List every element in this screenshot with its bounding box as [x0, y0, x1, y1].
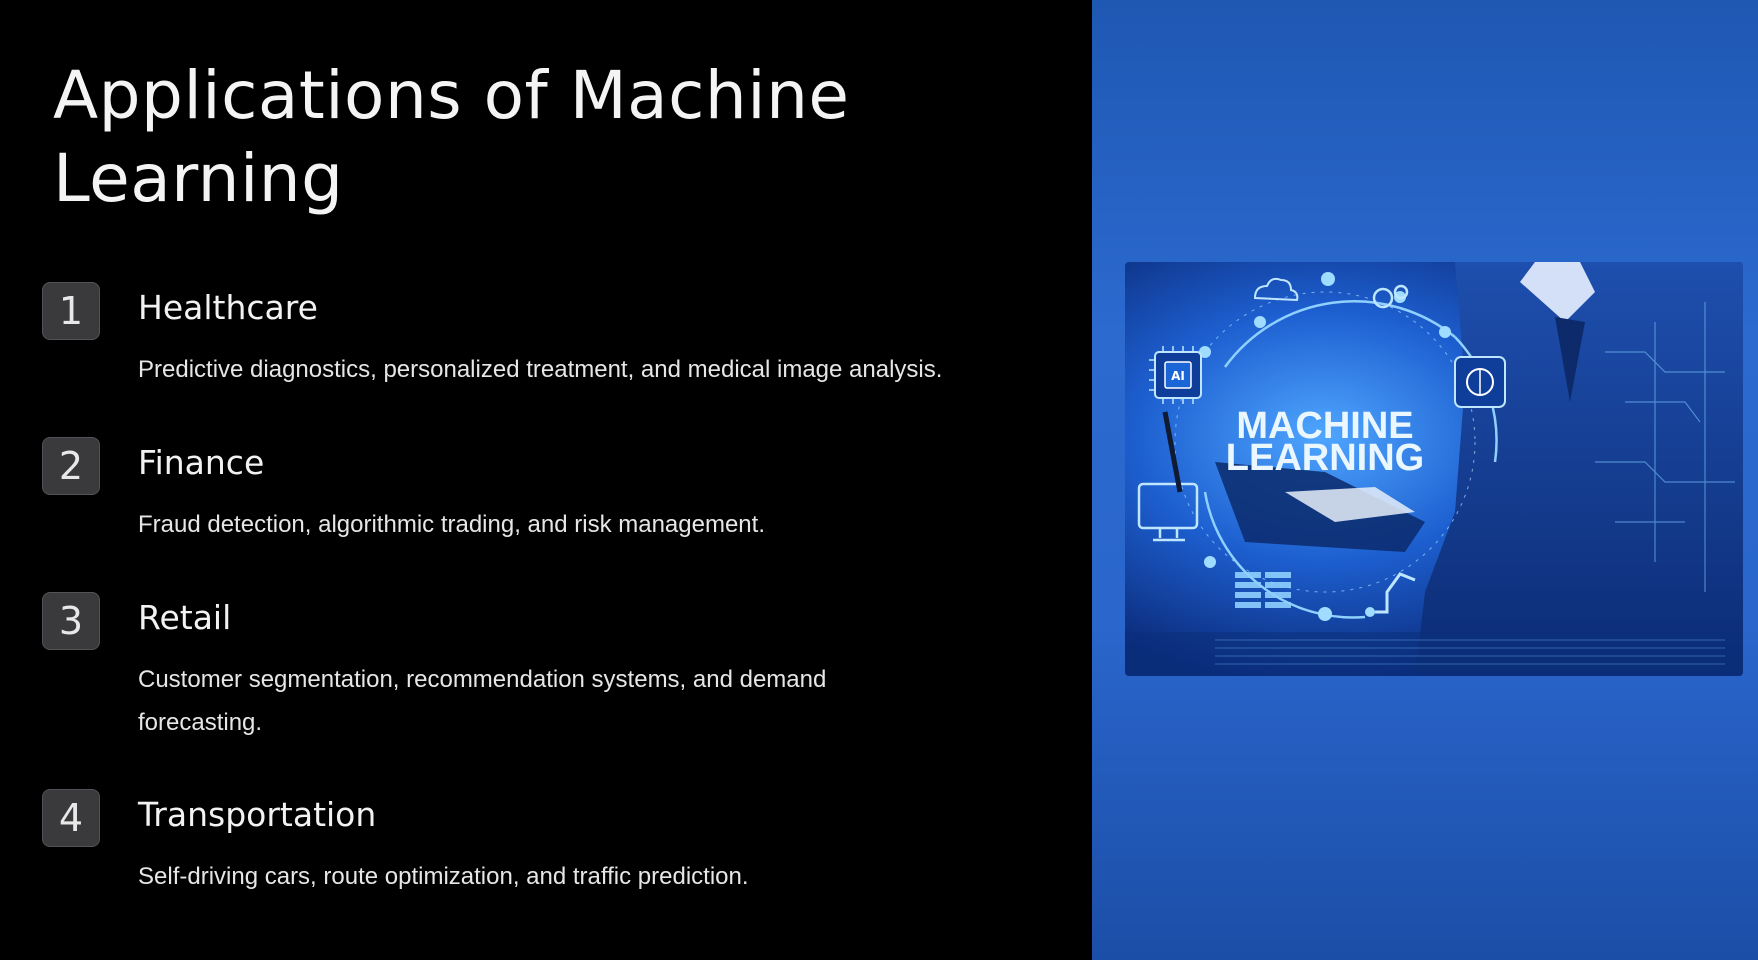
machine-learning-illustration: AI MACHINE LEARNING [1125, 262, 1743, 676]
item-description: Customer segmentation, recommendation sy… [138, 666, 827, 736]
number-badge: 2 [42, 437, 100, 495]
item-description: Fraud detection, algorithmic trading, an… [138, 511, 765, 538]
item-description: Self-driving cars, route optimization, a… [138, 863, 749, 890]
image-headline-line-2: LEARNING [1226, 437, 1424, 479]
item-title: Retail [138, 598, 232, 637]
item-title: Healthcare [138, 288, 318, 327]
slide-title-line-1: Applications of Machine [53, 57, 850, 134]
ai-chip-icon: AI [1149, 346, 1202, 404]
number-badge: 4 [42, 789, 100, 847]
item-title: Transportation [138, 795, 377, 834]
slide-title: Applications of Machine Learning [53, 54, 1013, 220]
svg-text:AI: AI [1171, 369, 1185, 383]
content-panel: Applications of Machine Learning 1 Healt… [0, 0, 1092, 960]
slide-title-line-2: Learning [53, 140, 344, 217]
item-title: Finance [138, 443, 265, 482]
brain-chip-icon [1454, 356, 1506, 408]
image-panel: AI MACHINE LEARNING [1092, 0, 1758, 960]
number-badge: 1 [42, 282, 100, 340]
item-description: Predictive diagnostics, personalized tre… [138, 356, 943, 383]
number-badge: 3 [42, 592, 100, 650]
